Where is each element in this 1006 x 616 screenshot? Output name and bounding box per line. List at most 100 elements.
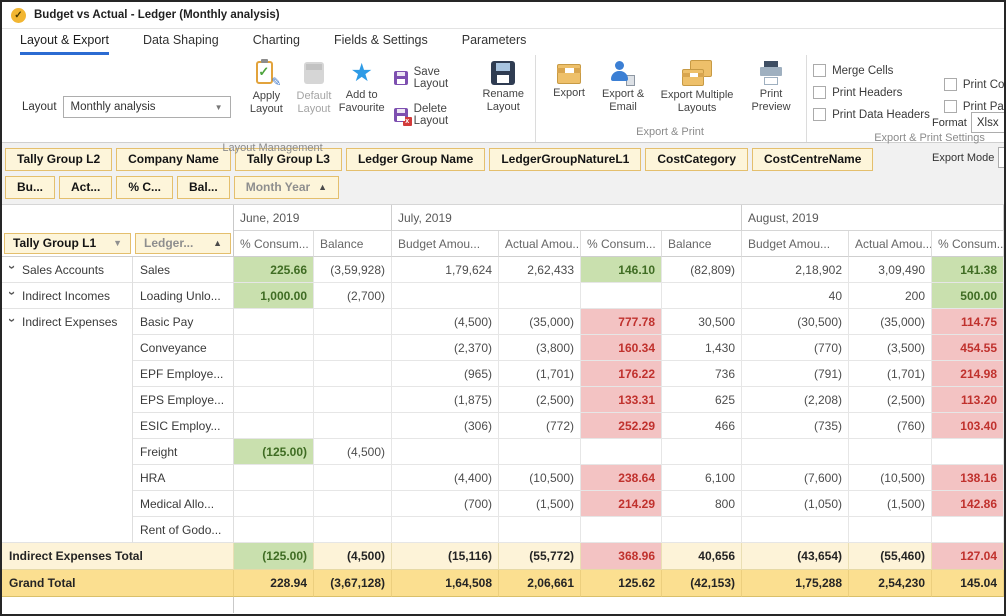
- grid-cell[interactable]: 1,79,624: [392, 257, 499, 283]
- grid-cell[interactable]: 142.86: [932, 491, 1004, 517]
- grid-cell[interactable]: (2,500): [849, 387, 932, 413]
- grid-cell[interactable]: (30,500): [742, 309, 849, 335]
- grid-cell[interactable]: (965): [392, 361, 499, 387]
- filter-chip-costcategory[interactable]: CostCategory: [645, 148, 748, 171]
- grid-cell[interactable]: [314, 309, 392, 335]
- collapse-icon[interactable]: ›: [6, 265, 19, 274]
- row-label-esic-employ[interactable]: ESIC Employ...: [133, 413, 234, 439]
- grid-cell[interactable]: 3,09,490: [849, 257, 932, 283]
- grid-cell[interactable]: 466: [662, 413, 742, 439]
- grid-cell[interactable]: [581, 517, 662, 543]
- grid-cell[interactable]: [314, 517, 392, 543]
- grid-cell[interactable]: (2,370): [392, 335, 499, 361]
- month-header-june-2019[interactable]: June, 2019: [234, 205, 392, 231]
- grid-cell[interactable]: [314, 335, 392, 361]
- checkbox-print-headers[interactable]: Print Headers: [813, 86, 930, 99]
- column-header-5[interactable]: Balance: [662, 231, 742, 257]
- grid-cell[interactable]: (1,500): [849, 491, 932, 517]
- row-label-epf-employe[interactable]: EPF Employe...: [133, 361, 234, 387]
- row-label-hra[interactable]: HRA: [133, 465, 234, 491]
- grid-cell[interactable]: [581, 439, 662, 465]
- grid-cell[interactable]: 225.66: [234, 257, 314, 283]
- export-multiple-layouts-button[interactable]: Export Multiple Layouts: [651, 60, 743, 114]
- grid-cell[interactable]: 2,06,661: [499, 570, 581, 597]
- grid-cell[interactable]: (3,800): [499, 335, 581, 361]
- grid-cell[interactable]: [234, 491, 314, 517]
- grid-cell[interactable]: 125.62: [581, 570, 662, 597]
- group-label[interactable]: ›Indirect Expenses: [2, 309, 133, 335]
- grid-cell[interactable]: [499, 283, 581, 309]
- grid-cell[interactable]: 1,64,508: [392, 570, 499, 597]
- grid-cell[interactable]: [392, 439, 499, 465]
- tab-layout-export[interactable]: Layout & Export: [20, 33, 109, 55]
- collapse-icon[interactable]: ›: [6, 318, 19, 327]
- grid-cell[interactable]: [234, 517, 314, 543]
- grid-cell[interactable]: (7,600): [742, 465, 849, 491]
- grid-cell[interactable]: [314, 413, 392, 439]
- tab-charting[interactable]: Charting: [253, 33, 300, 55]
- tab-fields-settings[interactable]: Fields & Settings: [334, 33, 428, 55]
- default-layout-button[interactable]: Default Layout: [291, 60, 337, 115]
- data-field-chip-act[interactable]: Act...: [59, 176, 112, 199]
- grid-cell[interactable]: [662, 283, 742, 309]
- grid-cell[interactable]: (55,460): [849, 543, 932, 570]
- grid-cell[interactable]: [581, 283, 662, 309]
- grid-cell[interactable]: 6,100: [662, 465, 742, 491]
- grid-cell[interactable]: [932, 439, 1004, 465]
- grid-cell[interactable]: (1,701): [849, 361, 932, 387]
- row-field-tally-group-l1[interactable]: Tally Group L1▼: [4, 233, 131, 254]
- grid-cell[interactable]: 40,656: [662, 543, 742, 570]
- grid-cell[interactable]: 228.94: [234, 570, 314, 597]
- export-mode-select[interactable]: V: [998, 147, 1006, 168]
- grid-cell[interactable]: [849, 517, 932, 543]
- grid-cell[interactable]: (10,500): [499, 465, 581, 491]
- grid-cell[interactable]: 2,18,902: [742, 257, 849, 283]
- grid-cell[interactable]: [499, 439, 581, 465]
- grid-cell[interactable]: 113.20: [932, 387, 1004, 413]
- filter-chip-costcentrename[interactable]: CostCentreName: [752, 148, 873, 171]
- grid-cell[interactable]: 127.04: [932, 543, 1004, 570]
- grid-cell[interactable]: 146.10: [581, 257, 662, 283]
- grid-cell[interactable]: [234, 387, 314, 413]
- grid-cell[interactable]: 1,430: [662, 335, 742, 361]
- grid-cell[interactable]: (4,500): [314, 439, 392, 465]
- grid-cell[interactable]: 252.29: [581, 413, 662, 439]
- column-header-4[interactable]: % Consum...: [581, 231, 662, 257]
- grid-cell[interactable]: 736: [662, 361, 742, 387]
- grid-cell[interactable]: (4,400): [392, 465, 499, 491]
- grid-cell[interactable]: (4,500): [314, 543, 392, 570]
- grid-cell[interactable]: 238.64: [581, 465, 662, 491]
- grid-cell[interactable]: 368.96: [581, 543, 662, 570]
- grid-cell[interactable]: [314, 361, 392, 387]
- grid-cell[interactable]: (55,772): [499, 543, 581, 570]
- grid-cell[interactable]: (15,116): [392, 543, 499, 570]
- row-label-conveyance[interactable]: Conveyance: [133, 335, 234, 361]
- data-field-chip-bu[interactable]: Bu...: [5, 176, 55, 199]
- column-header-6[interactable]: Budget Amou...: [742, 231, 849, 257]
- grid-cell[interactable]: [662, 439, 742, 465]
- grid-cell[interactable]: [234, 335, 314, 361]
- grid-cell[interactable]: 138.16: [932, 465, 1004, 491]
- grid-cell[interactable]: (42,153): [662, 570, 742, 597]
- grid-cell[interactable]: 2,62,433: [499, 257, 581, 283]
- grid-cell[interactable]: 625: [662, 387, 742, 413]
- grid-cell[interactable]: (125.00): [234, 439, 314, 465]
- collapse-icon[interactable]: ›: [6, 291, 19, 300]
- column-header-1[interactable]: Balance: [314, 231, 392, 257]
- grid-cell[interactable]: 176.22: [581, 361, 662, 387]
- grid-cell[interactable]: (1,875): [392, 387, 499, 413]
- grid-cell[interactable]: (35,000): [499, 309, 581, 335]
- grid-cell[interactable]: 1,75,288: [742, 570, 849, 597]
- column-header-7[interactable]: Actual Amou...: [849, 231, 932, 257]
- row-label-eps-employe[interactable]: EPS Employe...: [133, 387, 234, 413]
- grid-cell[interactable]: [314, 465, 392, 491]
- grid-cell[interactable]: (1,500): [499, 491, 581, 517]
- grid-cell[interactable]: (760): [849, 413, 932, 439]
- grid-cell[interactable]: 200: [849, 283, 932, 309]
- column-header-0[interactable]: % Consum...: [234, 231, 314, 257]
- export-button[interactable]: Export: [543, 60, 595, 100]
- grid-cell[interactable]: 133.31: [581, 387, 662, 413]
- grid-cell[interactable]: [234, 309, 314, 335]
- month-header-august-2019[interactable]: August, 2019: [742, 205, 1004, 231]
- grid-cell[interactable]: (125.00): [234, 543, 314, 570]
